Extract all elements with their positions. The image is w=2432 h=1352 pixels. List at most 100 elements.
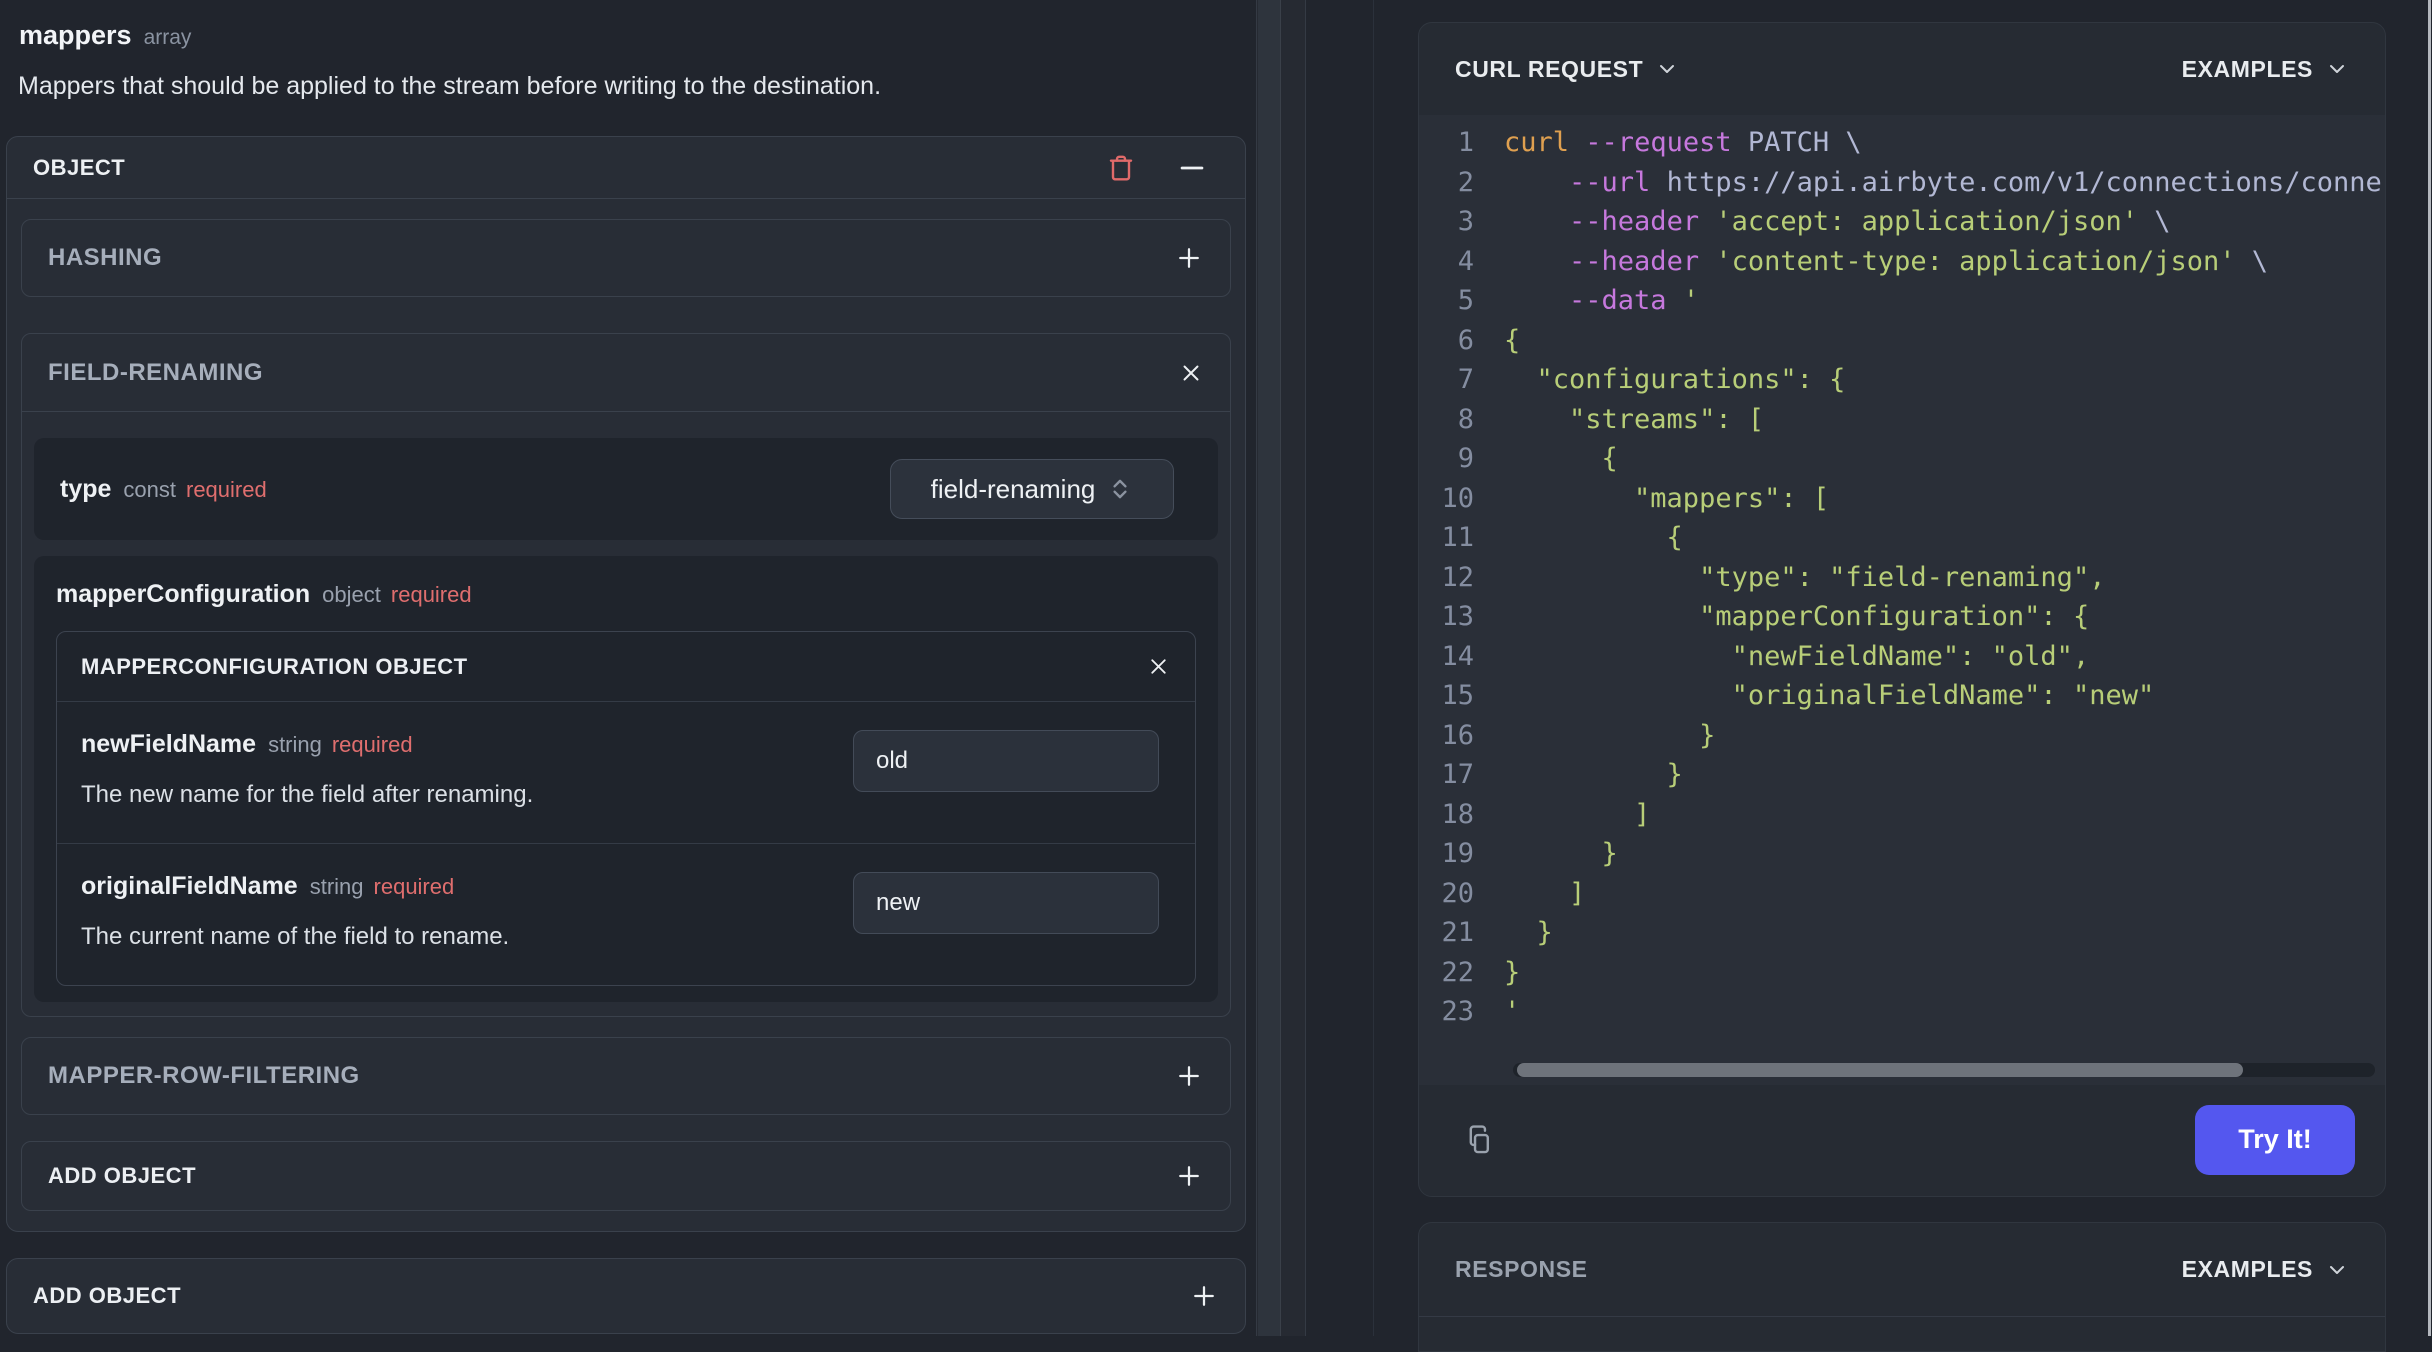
curl-request-header: CURL REQUEST EXAMPLES (1419, 23, 2385, 115)
type-property-row: type const required field-renaming (34, 438, 1218, 540)
code-line: 16 } (1419, 716, 2385, 756)
mapper-configuration-object-title: MAPPERCONFIGURATION OBJECT (81, 653, 468, 679)
line-number: 16 (1441, 719, 1474, 751)
section-hashing-label: HASHING (48, 244, 163, 271)
object-card-body: HASHING FIELD-RENAMING type const requir… (7, 199, 1245, 1229)
section-field-renaming-label: FIELD-RENAMING (48, 358, 263, 386)
curl-request-card: CURL REQUEST EXAMPLES 1 curl --request PA… (1418, 22, 2386, 1197)
curl-request-dropdown[interactable]: CURL REQUEST (1455, 56, 1679, 83)
delete-object-button[interactable] (1105, 151, 1137, 185)
code-text: --header 'accept: application/json' \ (1569, 206, 2171, 238)
section-field-renaming-header[interactable]: FIELD-RENAMING (22, 334, 1230, 412)
field-type-badge: array (143, 26, 192, 49)
object-card-header: OBJECT (7, 137, 1245, 199)
code-line: 17 } (1419, 755, 2385, 795)
plus-icon (1174, 1161, 1204, 1191)
line-number: 15 (1441, 680, 1474, 712)
code-text: --header 'content-type: application/json… (1569, 245, 2269, 277)
code-text: curl --request PATCH \ (1504, 127, 1862, 159)
field-description: Mappers that should be applied to the st… (18, 72, 882, 100)
line-number: 6 (1457, 324, 1474, 356)
code-lines: 1 curl --request PATCH \ 2 --url https://a… (1419, 123, 2385, 1032)
code-text: { (1504, 522, 1683, 554)
line-number: 3 (1457, 206, 1474, 238)
code-line: 9 { (1419, 439, 2385, 479)
code-line: 12 "type": "field-renaming", (1419, 558, 2385, 598)
response-card: RESPONSE EXAMPLES (1418, 1222, 2386, 1352)
code-text: "mappers": [ (1504, 482, 1830, 514)
add-object-outer-label: ADD OBJECT (33, 1283, 182, 1308)
line-number: 9 (1457, 443, 1474, 475)
line-number: 2 (1457, 166, 1474, 198)
code-text: } (1504, 719, 1716, 751)
property-required-badge: required (186, 476, 267, 502)
line-number: 12 (1441, 561, 1474, 593)
type-select[interactable]: field-renaming (890, 459, 1174, 519)
code-text: --url https://api.airbyte.com/v1/connect… (1569, 166, 2382, 198)
field-title: mappers (19, 20, 132, 50)
response-header: RESPONSE EXAMPLES (1419, 1223, 2385, 1317)
original-field-name-info: originalFieldName string required The cu… (81, 872, 853, 951)
code-line: 15 "originalFieldName": "new" (1419, 676, 2385, 716)
line-number: 4 (1457, 245, 1474, 277)
property-kind: const (123, 476, 176, 502)
property-description: The new name for the field after renamin… (81, 781, 534, 808)
code-text: } (1504, 917, 1553, 949)
line-number: 20 (1441, 877, 1474, 909)
field-title-row: mappers array (19, 20, 191, 51)
examples-label: EXAMPLES (2181, 55, 2313, 82)
code-text: ' (1504, 996, 1521, 1028)
code-line: 4 --header 'content-type: application/js… (1419, 242, 2385, 282)
copy-code-button[interactable] (1463, 1121, 1497, 1159)
code-text: "newFieldName": "old", (1504, 640, 2090, 672)
remove-mapper-configuration-button[interactable] (1146, 654, 1171, 679)
property-required-badge: required (390, 582, 472, 607)
line-number: 17 (1441, 759, 1474, 791)
code-text: ] (1504, 798, 1651, 830)
code-line: 19 } (1419, 834, 2385, 874)
line-number: 7 (1457, 364, 1474, 396)
code-line: 1 curl --request PATCH \ (1419, 123, 2385, 163)
code-line: 13 "mapperConfiguration": { (1419, 597, 2385, 637)
section-hashing[interactable]: HASHING (21, 219, 1231, 297)
code-line: 14 "newFieldName": "old", (1419, 637, 2385, 677)
code-block: 1 curl --request PATCH \ 2 --url https://a… (1419, 115, 2385, 1085)
new-field-name-info: newFieldName string required The new nam… (81, 730, 853, 809)
object-card: OBJECT HASHING FIELD-RENAMING type const… (6, 136, 1246, 1232)
original-field-name-input[interactable] (853, 872, 1159, 934)
trash-icon (1105, 151, 1137, 185)
line-number: 19 (1441, 838, 1474, 870)
property-name: mapperConfiguration (56, 580, 311, 608)
code-horizontal-scrollbar-thumb[interactable] (1517, 1063, 2243, 1077)
original-field-name-row: originalFieldName string required The cu… (57, 843, 1195, 985)
type-property-meta: type const required (60, 475, 267, 504)
add-object-inner-button[interactable]: ADD OBJECT (21, 1141, 1231, 1211)
remove-field-renaming-button[interactable] (1178, 360, 1204, 386)
code-line: 18 ] (1419, 795, 2385, 835)
close-icon (1146, 654, 1171, 679)
line-number: 18 (1441, 798, 1474, 830)
code-line: 3 --header 'accept: application/json' \ (1419, 202, 2385, 242)
line-number: 10 (1441, 482, 1474, 514)
section-mapper-row-filtering[interactable]: MAPPER-ROW-FILTERING (21, 1037, 1231, 1115)
plus-icon (1174, 243, 1204, 273)
new-field-name-input[interactable] (853, 730, 1159, 792)
try-it-button[interactable]: Try It! (2195, 1104, 2355, 1175)
left-panel-scrollbar[interactable] (1258, 0, 1281, 1336)
code-line: 21 } (1419, 913, 2385, 953)
section-field-renaming-body: type const required field-renaming mappe… (22, 412, 1230, 1016)
line-number: 5 (1457, 285, 1474, 317)
code-line: 20 ] (1419, 874, 2385, 914)
response-examples-dropdown[interactable]: EXAMPLES (2182, 1256, 2349, 1283)
line-number: 8 (1457, 403, 1474, 435)
response-title: RESPONSE (1455, 1256, 1588, 1282)
add-object-outer-button[interactable]: ADD OBJECT (6, 1258, 1246, 1334)
window-scrollbar[interactable] (2428, 0, 2431, 1336)
code-text: } (1504, 956, 1521, 988)
line-number: 21 (1441, 917, 1474, 949)
code-text: ] (1504, 877, 1586, 909)
collapse-object-button[interactable] (1175, 151, 1209, 185)
copy-icon (1463, 1121, 1497, 1159)
examples-dropdown[interactable]: EXAMPLES (2182, 56, 2349, 83)
line-number: 22 (1441, 956, 1474, 988)
